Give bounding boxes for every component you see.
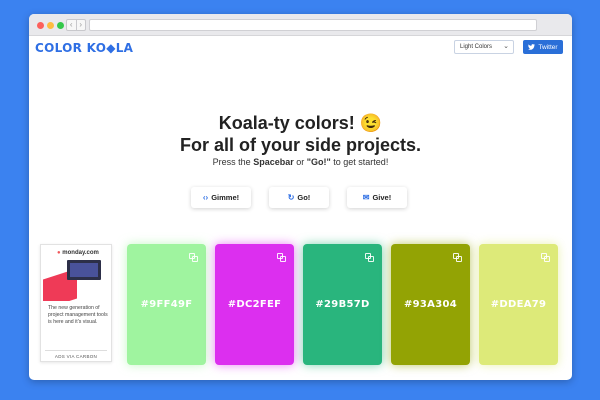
ad-text[interactable]: The new generation of project management… [48, 305, 110, 326]
carbon-ad[interactable]: ● monday.com The new generation of proje… [40, 244, 112, 362]
twitter-label: Twitter [538, 43, 558, 51]
copy-icon[interactable] [365, 253, 374, 262]
twitter-button[interactable]: Twitter [523, 40, 563, 54]
color-hex-label: #DC2FEF [227, 299, 282, 310]
minimize-window-button[interactable] [47, 22, 54, 29]
gimme-button[interactable]: ‹› Gimme! [191, 187, 251, 208]
color-mode-value: Light Colors [460, 44, 493, 50]
maximize-window-button[interactable] [57, 22, 64, 29]
copy-icon[interactable] [453, 253, 462, 262]
twitter-bird-icon [528, 44, 536, 50]
gimme-label: Gimme! [211, 193, 240, 202]
color-card[interactable]: #93A304 [391, 244, 470, 365]
copy-icon[interactable] [189, 253, 198, 262]
ad-image: ● monday.com [43, 247, 109, 301]
hero-title-line-2: For all of your side projects. [179, 135, 422, 155]
back-icon[interactable]: ‹ [67, 20, 76, 30]
go-label: Go! [297, 193, 311, 202]
subtitle-suffix: to get started! [330, 157, 389, 167]
chevron-down-icon: ⌄ [503, 43, 509, 50]
ads-via-carbon[interactable]: ADS VIA CARBON [41, 354, 111, 359]
nav-buttons: ‹ › [66, 19, 86, 31]
color-hex-label: #DDEA79 [490, 299, 547, 310]
subtitle-prefix: Press the [212, 157, 254, 167]
subtitle-spacebar: Spacebar [253, 157, 294, 167]
hero-subtitle: Press the Spacebar or "Go!" to get start… [29, 157, 572, 167]
address-bar[interactable] [89, 19, 537, 31]
refresh-icon: ↻ [287, 193, 295, 202]
color-card[interactable]: #DC2FEF [215, 244, 294, 365]
envelope-icon: ✉ [362, 193, 370, 202]
color-hex-label: #93A304 [403, 299, 457, 310]
laptop-graphic [67, 260, 101, 280]
go-button[interactable]: ↻ Go! [269, 187, 329, 208]
site-logo[interactable]: COLOR KO◆LA [35, 41, 133, 55]
color-hex-label: #29B57D [315, 299, 370, 310]
give-label: Give! [372, 193, 392, 202]
color-card[interactable]: #9FF49F [127, 244, 206, 365]
forward-icon[interactable]: › [75, 20, 86, 30]
browser-window: ‹ › COLOR KO◆LA Light Colors ⌄ Twitter K… [29, 14, 572, 380]
ad-brand: ● monday.com [57, 250, 99, 256]
code-brackets-icon: ‹› [202, 193, 209, 202]
ad-brand-mark: ● [57, 250, 61, 256]
color-card[interactable]: #DDEA79 [479, 244, 558, 365]
ad-brand-suffix: .com [84, 250, 99, 256]
ad-divider [45, 350, 107, 351]
color-card[interactable]: #29B57D [303, 244, 382, 365]
color-hex-label: #9FF49F [140, 299, 193, 310]
close-window-button[interactable] [37, 22, 44, 29]
subtitle-or: or [293, 157, 307, 167]
ad-brand-name: monday [62, 250, 85, 256]
subtitle-go: "Go!" [306, 157, 331, 167]
give-button[interactable]: ✉ Give! [347, 187, 407, 208]
copy-icon[interactable] [541, 253, 550, 262]
color-mode-select[interactable]: Light Colors ⌄ [454, 40, 514, 54]
browser-chrome: ‹ › [29, 14, 572, 36]
hero-title-line-1: Koala-ty colors! 😉 [218, 113, 383, 133]
copy-icon[interactable] [277, 253, 286, 262]
